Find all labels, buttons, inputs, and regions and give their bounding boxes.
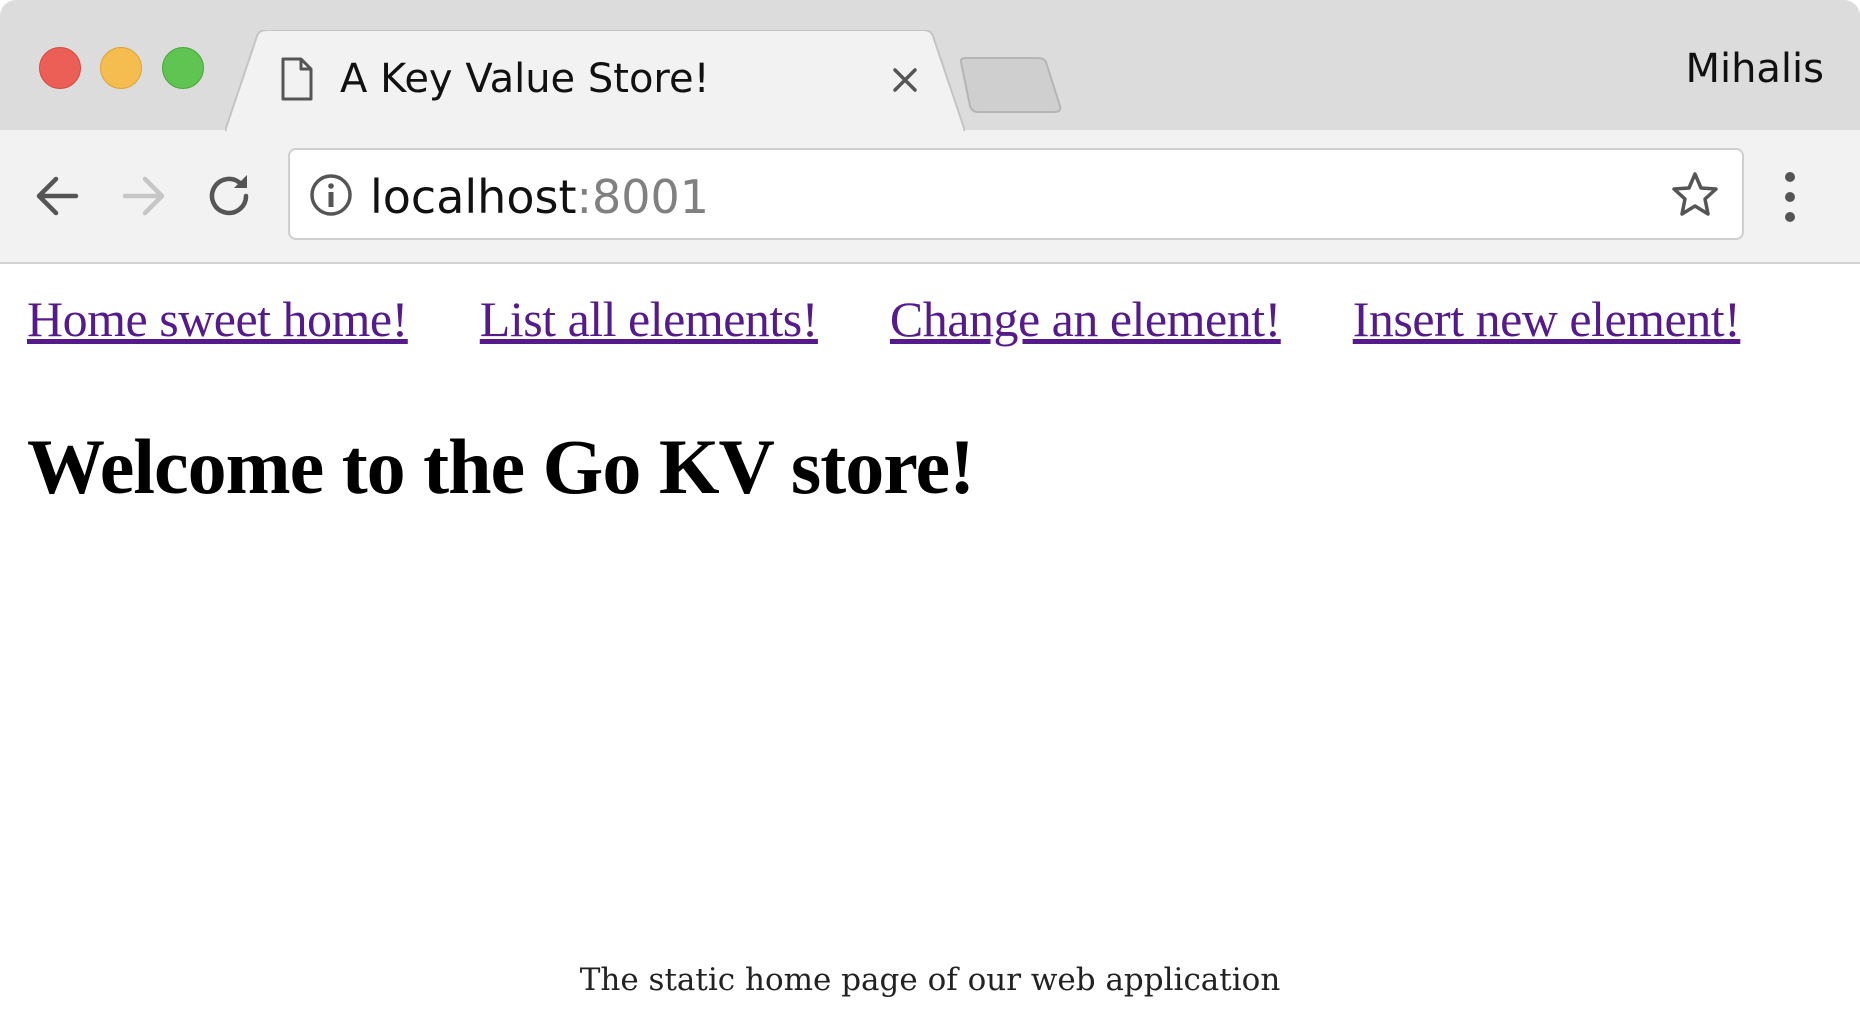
nav-links: Home sweet home! List all elements! Chan… <box>27 290 1741 348</box>
more-vert-icon[interactable] <box>1778 170 1802 229</box>
profile-name[interactable]: Mihalis <box>1685 46 1824 92</box>
info-icon[interactable] <box>308 172 354 223</box>
browser-toolbar: localhost:8001 <box>0 130 1860 264</box>
close-icon[interactable] <box>885 60 925 100</box>
new-tab-button[interactable] <box>958 56 1062 119</box>
url-port: :8001 <box>576 170 710 224</box>
window-close-button[interactable] <box>39 47 81 89</box>
star-icon[interactable] <box>1670 170 1720 225</box>
active-tab[interactable]: A Key Value Store! <box>225 30 965 131</box>
document-icon <box>280 56 314 107</box>
insert-element-link[interactable]: Insert new element! <box>1353 291 1741 347</box>
reload-icon[interactable] <box>200 166 260 226</box>
list-elements-link[interactable]: List all elements! <box>480 291 819 347</box>
address-bar[interactable]: localhost:8001 <box>288 148 1744 240</box>
back-arrow-icon[interactable] <box>28 166 88 226</box>
figure-caption: The static home page of our web applicat… <box>579 962 1281 998</box>
window-minimize-button[interactable] <box>100 47 142 89</box>
tab-title: A Key Value Store! <box>340 56 710 102</box>
forward-arrow-icon[interactable] <box>113 166 173 226</box>
url-host: localhost <box>370 170 577 224</box>
browser-window: A Key Value Store! Mihalis localhost:800… <box>0 0 1860 920</box>
home-link[interactable]: Home sweet home! <box>27 291 408 347</box>
change-element-link[interactable]: Change an element! <box>890 291 1281 347</box>
window-maximize-button[interactable] <box>162 47 204 89</box>
tab-strip: A Key Value Store! Mihalis <box>0 0 1860 131</box>
page-heading: Welcome to the Go KV store! <box>27 423 975 510</box>
url-text: localhost:8001 <box>370 170 709 224</box>
